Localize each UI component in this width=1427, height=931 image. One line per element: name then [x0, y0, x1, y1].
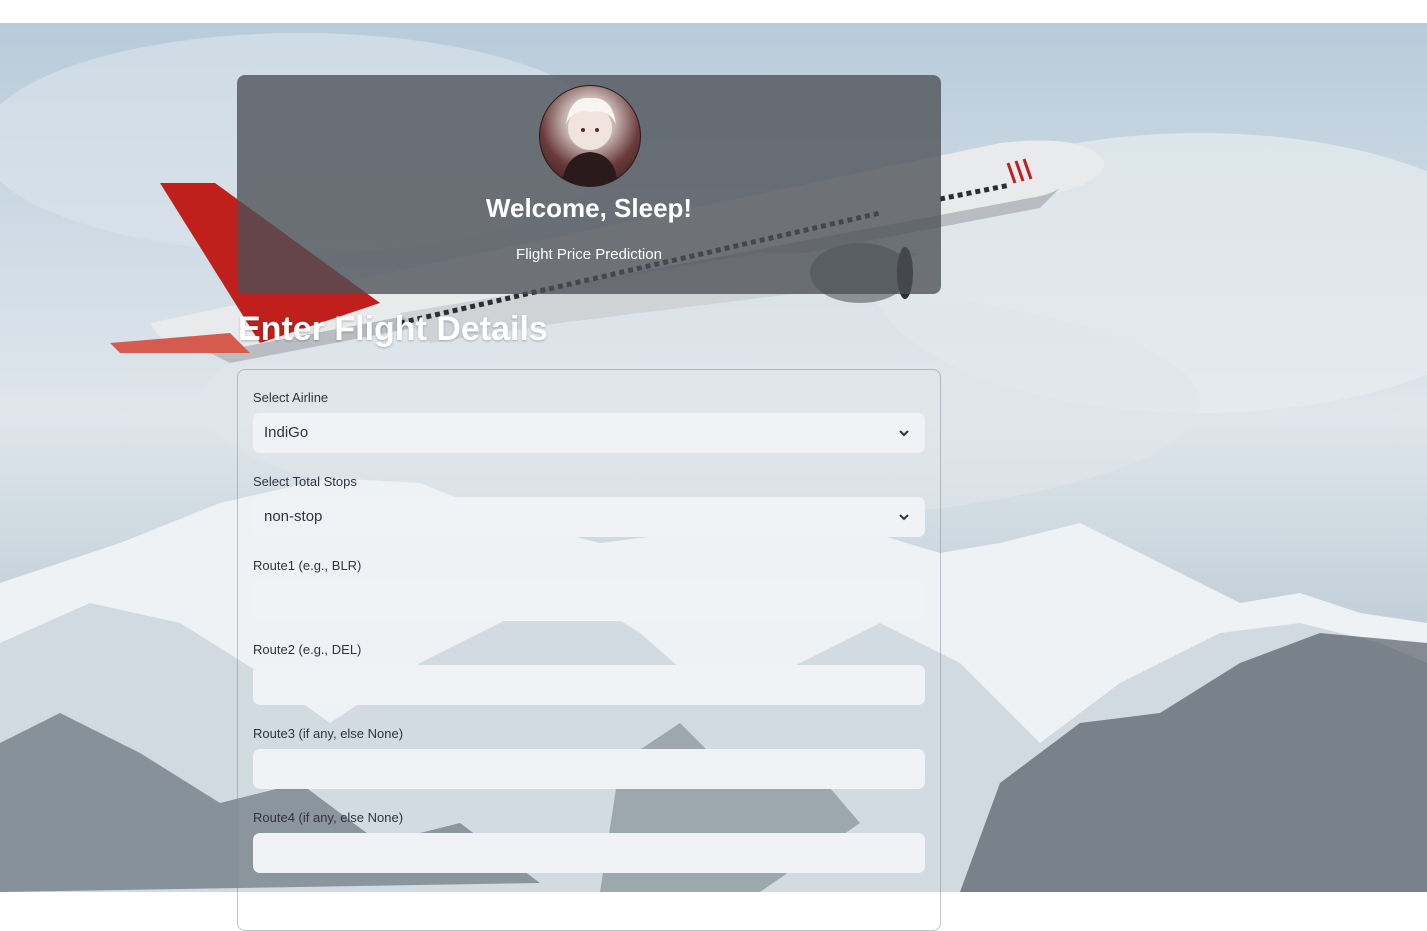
route2-input[interactable]	[253, 665, 925, 705]
airline-select[interactable]: IndiGo	[253, 413, 925, 453]
route1-label: Route1 (e.g., BLR)	[253, 558, 362, 573]
chevron-down-icon	[899, 430, 909, 437]
chevron-down-icon	[899, 514, 909, 521]
airline-label: Select Airline	[253, 390, 329, 405]
route4-input[interactable]	[253, 833, 925, 873]
user-avatar	[539, 85, 641, 187]
route3-label: Route3 (if any, else None)	[253, 726, 404, 741]
route4-label: Route4 (if any, else None)	[253, 810, 404, 825]
total-stops-selected-value: non-stop	[264, 508, 323, 525]
welcome-card: Welcome, Sleep! Flight Price Prediction	[237, 75, 941, 294]
app-subtitle: Flight Price Prediction	[516, 246, 662, 263]
route1-input[interactable]	[253, 581, 925, 621]
top-bar	[0, 0, 1427, 23]
airline-selected-value: IndiGo	[264, 424, 309, 441]
section-title: Enter Flight Details	[238, 310, 548, 348]
total-stops-select[interactable]: non-stop	[253, 497, 925, 537]
route3-input[interactable]	[253, 749, 925, 789]
avatar-illustration	[562, 97, 618, 186]
route2-label: Route2 (e.g., DEL)	[253, 642, 362, 657]
total-stops-label: Select Total Stops	[253, 474, 357, 489]
welcome-title: Welcome, Sleep!	[485, 193, 693, 223]
